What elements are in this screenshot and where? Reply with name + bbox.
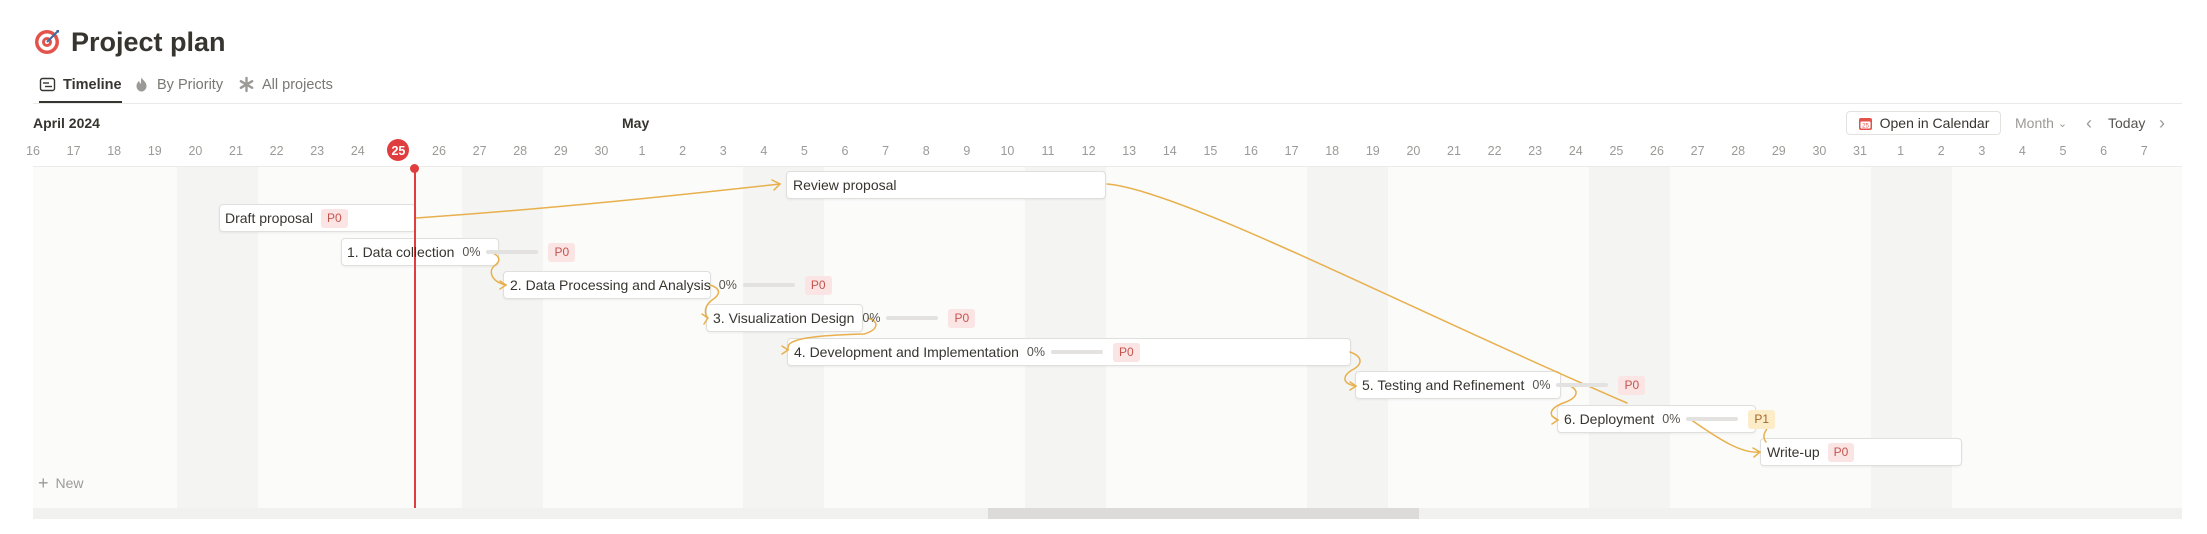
progress-bar <box>886 316 939 320</box>
task-name: 4. Development and Implementation <box>794 344 1019 360</box>
task-data-collection[interactable]: 1. Data collection 0% P0 <box>347 238 576 266</box>
task-review-proposal[interactable]: Review proposal <box>793 171 905 199</box>
progress-bar <box>1556 383 1609 387</box>
progress-percent: 0% <box>862 311 881 325</box>
priority-badge: P0 <box>948 308 976 328</box>
task-data-processing[interactable]: 2. Data Processing and Analysis 0% P0 <box>510 271 832 299</box>
progress-percent: 0% <box>718 278 737 292</box>
scrollbar-thumb[interactable] <box>988 508 1419 519</box>
task-name: Write-up <box>1767 444 1820 460</box>
task-name: Draft proposal <box>225 210 313 226</box>
priority-badge: P0 <box>1113 342 1140 362</box>
dependency-arrows <box>415 179 1773 458</box>
today-marker-dot <box>410 164 419 173</box>
priority-badge: P0 <box>804 275 832 295</box>
progress-percent: 0% <box>1532 378 1551 392</box>
new-item-label: New <box>55 475 84 491</box>
plus-icon: + <box>38 473 49 493</box>
today-marker-line <box>414 166 416 508</box>
progress-percent: 0% <box>1026 345 1045 359</box>
task-name: 3. Visualization Design <box>713 310 855 326</box>
task-deployment[interactable]: 6. Deployment 0% P1 <box>1564 405 1776 433</box>
task-name: 1. Data collection <box>347 244 455 260</box>
priority-badge: P0 <box>1618 375 1646 395</box>
task-name: 6. Deployment <box>1564 411 1655 427</box>
task-testing[interactable]: 5. Testing and Refinement 0% P0 <box>1362 371 1646 399</box>
progress-bar <box>1051 350 1103 354</box>
horizontal-scrollbar[interactable] <box>33 508 2182 519</box>
priority-badge: P0 <box>1827 442 1855 462</box>
task-draft-proposal[interactable]: Draft proposal P0 <box>225 204 348 232</box>
priority-badge: P1 <box>1748 409 1776 429</box>
new-item-button[interactable]: + New <box>38 473 84 493</box>
task-name: 5. Testing and Refinement <box>1362 377 1525 393</box>
task-visualization-design[interactable]: 3. Visualization Design 0% P0 <box>713 304 976 332</box>
priority-badge: P0 <box>320 208 348 228</box>
progress-percent: 0% <box>462 245 481 259</box>
task-write-up[interactable]: Write-up P0 <box>1767 438 1855 466</box>
progress-bar <box>742 283 795 287</box>
task-name: Review proposal <box>793 177 897 193</box>
priority-badge: P0 <box>548 242 576 262</box>
task-name: 2. Data Processing and Analysis <box>510 277 711 293</box>
progress-bar <box>1686 417 1739 421</box>
progress-bar <box>486 250 539 254</box>
progress-percent: 0% <box>1662 412 1681 426</box>
task-development[interactable]: 4. Development and Implementation 0% P0 <box>794 338 1140 366</box>
